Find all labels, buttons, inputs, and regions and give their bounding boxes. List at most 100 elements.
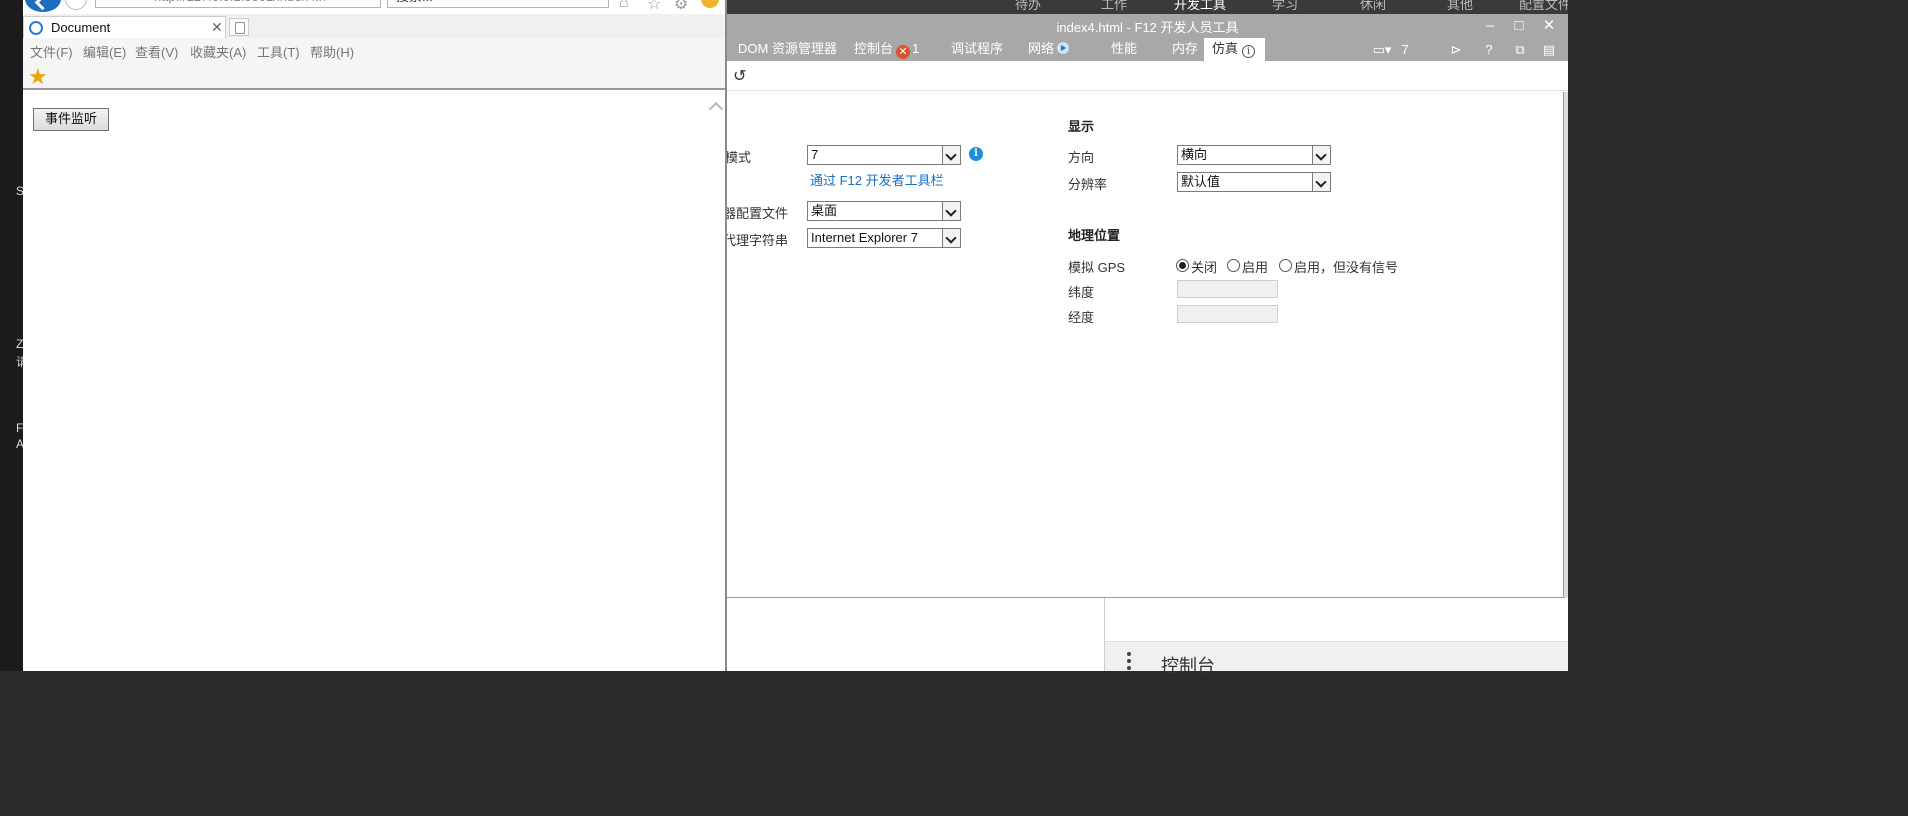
resolution-select[interactable]: 默认值 <box>1177 172 1331 192</box>
emulation-panel: 文档模式 7 i 通过 F12 开发者工具栏 浏览器配置文件 桌面 用户代理字符… <box>727 92 1564 598</box>
undock-icon[interactable]: ⧉ <box>1512 38 1528 61</box>
chevron-down-icon <box>1312 146 1330 164</box>
desktop-tab-work[interactable]: 工作 <box>1101 0 1127 13</box>
orientation-value: 横向 <box>1181 147 1208 162</box>
desktop-tab-devtools[interactable]: 开发工具 <box>1174 0 1226 13</box>
gps-on-radio[interactable]: 启用 <box>1227 257 1268 276</box>
gps-no-signal-radio[interactable]: 启用，但没有信号 <box>1279 257 1398 276</box>
user-agent-value: Internet Explorer 7 <box>811 230 918 245</box>
emulation-toolbar: ↺ <box>727 61 1568 91</box>
console-title: 控制台 <box>1161 656 1215 676</box>
tab-label: 性能 <box>1111 41 1138 56</box>
tab-title: Document <box>51 20 111 35</box>
menu-favorites[interactable]: 收藏夹(A) <box>190 42 246 61</box>
tab-memory[interactable]: 内存 <box>1164 38 1206 61</box>
tab-dom-explorer[interactable]: DOM 资源管理器 <box>730 38 845 61</box>
search-input[interactable]: 搜索... <box>387 0 609 8</box>
browser-tab-row: Document ✕ <box>23 14 725 38</box>
gps-off-radio[interactable]: 关闭 <box>1176 257 1217 276</box>
desktop-tab-config[interactable]: 配置文件 <box>1519 0 1568 13</box>
longitude-label: 经度 <box>1068 310 1095 325</box>
close-tab-icon[interactable]: ✕ <box>211 19 223 36</box>
minimize-button[interactable]: – <box>1479 16 1501 36</box>
dock-bottom-icon[interactable]: ▤ <box>1540 38 1558 61</box>
browser-tab-document[interactable]: Document ✕ <box>23 16 226 38</box>
tab-debugger[interactable]: 调试程序 <box>943 38 1011 61</box>
scroll-up-icon[interactable] <box>708 101 724 117</box>
new-tab-button[interactable] <box>229 18 249 36</box>
target-device-icon[interactable]: ▭▾ <box>1367 38 1397 61</box>
tab-performance[interactable]: 性能 <box>1103 38 1145 61</box>
desktop-tab-study[interactable]: 学习 <box>1272 0 1298 13</box>
star-icon[interactable]: ☆ <box>647 0 661 14</box>
tab-console[interactable]: 控制台 ✕ 1 <box>846 38 927 61</box>
info-icon[interactable]: i <box>969 147 983 161</box>
display-heading: 显示 <box>1068 119 1095 134</box>
orientation-label: 方向 <box>1068 150 1095 165</box>
tab-label: 控制台 <box>854 41 894 56</box>
desktop-tab-leisure[interactable]: 休闲 <box>1360 0 1386 13</box>
more-options-icon[interactable] <box>1127 652 1131 673</box>
latitude-label: 纬度 <box>1068 285 1095 300</box>
browser-profile-select[interactable]: 桌面 <box>807 201 961 221</box>
forward-button[interactable] <box>65 0 87 10</box>
devtools-window: index4.html - F12 开发人员工具 – □ ✕ DOM 资源管理器… <box>727 14 1568 676</box>
reset-icon[interactable]: ↺ <box>733 66 746 86</box>
chevron-down-icon <box>1312 173 1330 191</box>
user-agent-label: 用户代理字符串 <box>727 233 789 248</box>
error-icon: ✕ <box>896 45 911 59</box>
console-error-count: 1 <box>912 41 920 56</box>
tab-emulation[interactable]: 仿真 i <box>1204 38 1265 61</box>
chevron-down-icon <box>942 146 960 164</box>
console-toggle-icon[interactable]: ⊳ <box>1447 38 1465 61</box>
panel-edge <box>1564 92 1568 598</box>
target-version[interactable]: 7 <box>1399 38 1411 61</box>
gear-icon[interactable]: ⚙ <box>674 0 688 14</box>
tab-label: 仿真 <box>1212 41 1239 56</box>
info-icon: i <box>1242 45 1256 58</box>
back-button[interactable] <box>25 0 61 12</box>
document-mode-value: 7 <box>811 147 819 162</box>
console-header[interactable]: 控制台 <box>1105 641 1568 676</box>
resolution-label: 分辨率 <box>1068 177 1108 192</box>
menu-tools[interactable]: 工具(T) <box>257 42 300 61</box>
document-mode-select[interactable]: 7 <box>807 145 961 165</box>
page-content: 事件监听 <box>23 92 725 671</box>
console-drawer: 控制台 <box>727 598 1568 676</box>
devtools-titlebar[interactable]: index4.html - F12 开发人员工具 – □ ✕ <box>727 14 1568 38</box>
menu-help[interactable]: 帮助(H) <box>310 42 354 61</box>
browser-profile-label: 浏览器配置文件 <box>727 206 789 221</box>
devtools-tabbar: DOM 资源管理器 控制台 ✕ 1 调试程序 网络 性能 内存 仿真 i <box>727 38 1568 61</box>
chevron-down-icon <box>942 229 960 247</box>
event-listener-button[interactable]: 事件监听 <box>33 108 109 131</box>
tab-label: DOM 资源管理器 <box>738 41 837 56</box>
resolution-value: 默认值 <box>1181 174 1221 189</box>
desktop-left-strip: S Z 请 F A <box>0 0 28 671</box>
menu-view[interactable]: 查看(V) <box>135 42 178 61</box>
user-agent-select[interactable]: Internet Explorer 7 <box>807 228 961 248</box>
tab-label: 网络 <box>1028 41 1055 56</box>
orientation-select[interactable]: 横向 <box>1177 145 1331 165</box>
help-icon[interactable]: ? <box>1482 38 1496 61</box>
desktop-tab-todo[interactable]: 待办 <box>1015 0 1041 13</box>
menu-file[interactable]: 文件(F) <box>30 42 73 61</box>
chevron-down-icon <box>942 202 960 220</box>
via-f12-toolbar-link[interactable]: 通过 F12 开发者工具栏 <box>810 170 944 189</box>
home-icon[interactable]: ⌂ <box>619 0 629 12</box>
smiley-icon[interactable] <box>701 0 719 8</box>
latitude-field[interactable] <box>1177 280 1278 298</box>
address-input[interactable]: http://127.0.0.1:5501/index4.h <box>95 0 381 8</box>
close-button[interactable]: ✕ <box>1538 16 1560 36</box>
browser-profile-value: 桌面 <box>811 203 838 218</box>
tab-network[interactable]: 网络 <box>1020 38 1077 61</box>
devtools-title: index4.html - F12 开发人员工具 <box>1056 20 1239 35</box>
add-favorite-icon[interactable]: ★ <box>28 64 48 90</box>
longitude-field[interactable] <box>1177 305 1278 323</box>
menu-edit[interactable]: 编辑(E) <box>83 42 126 61</box>
maximize-button[interactable]: □ <box>1508 16 1530 36</box>
simulate-gps-label: 模拟 GPS <box>1068 260 1126 275</box>
address-bar-row: http://127.0.0.1:5501/index4.h 搜索... ⌂ ☆… <box>23 0 725 14</box>
desktop-tab-other[interactable]: 其他 <box>1447 0 1473 13</box>
tab-label: 内存 <box>1172 41 1199 56</box>
document-mode-label: 文档模式 <box>727 150 752 165</box>
